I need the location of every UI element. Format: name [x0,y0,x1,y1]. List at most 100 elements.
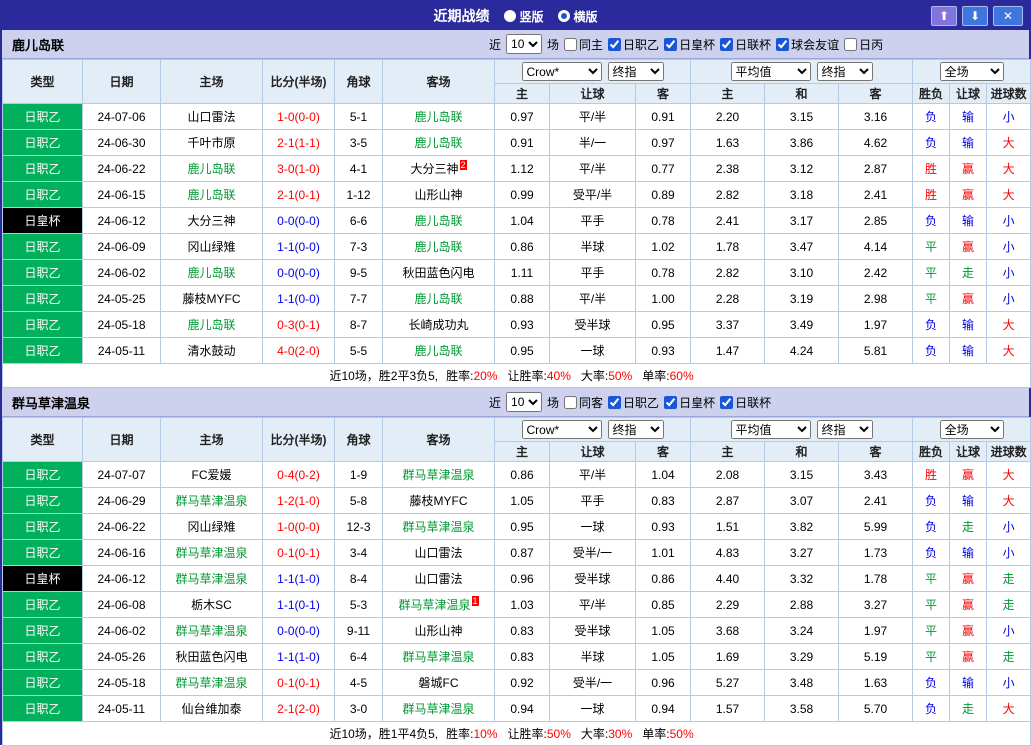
score[interactable]: 1-1(1-0) [262,643,335,670]
checkbox-icon[interactable] [608,37,622,51]
home-team-name[interactable]: 栃木SC [191,598,232,612]
home-team-name[interactable]: 仙台维加泰 [181,702,241,716]
league-filter-checkbox[interactable]: 日皇杯 [664,36,715,53]
league-filter-checkbox[interactable]: 日联杯 [720,36,771,53]
away-team-name[interactable]: 藤枝MYFC [410,494,468,508]
away-team-name[interactable]: 山口雷法 [414,572,462,586]
score[interactable]: 1-0(0-0) [262,103,335,130]
checkbox-icon[interactable] [720,395,734,409]
score[interactable]: 1-0(0-0) [262,513,335,540]
checkbox-icon[interactable] [608,395,622,409]
home-team-name[interactable]: 冈山绿雉 [187,520,235,534]
away-team-name[interactable]: 长崎成功丸 [408,318,468,332]
checkbox-icon[interactable] [564,37,578,51]
score[interactable]: 1-1(0-0) [262,233,335,260]
final-index-select[interactable]: 终指 [816,420,873,439]
score[interactable]: 0-4(0-2) [262,461,335,488]
checkbox-icon[interactable] [720,37,734,51]
bookmaker-select[interactable]: Crow* [521,62,602,81]
home-team-name[interactable]: 千叶市原 [187,136,235,150]
final-index-select[interactable]: 终指 [607,62,664,81]
close-button[interactable]: ✕ [993,6,1023,26]
scope-select[interactable]: 全场 [939,420,1004,439]
match-row: 日职乙 24-06-09 冈山绿雉 1-1(0-0) 7-3 鹿儿岛联 0.86 半球 1.02… [2,233,1031,260]
checkbox-icon[interactable] [844,37,858,51]
match-count-select[interactable]: 10 [506,392,543,412]
score[interactable]: 1-2(1-0) [262,487,335,514]
home-team-name[interactable]: 鹿儿岛联 [187,162,235,176]
away-team-name[interactable]: 秋田蓝色闪电 [402,266,474,280]
home-team-name[interactable]: 藤枝MYFC [183,292,241,306]
away-team-name[interactable]: 山形山神 [414,624,462,638]
home-team-name[interactable]: 群马草津温泉 [175,572,247,586]
same-venue-checkbox[interactable]: 同客 [564,394,603,411]
match-count-select[interactable]: 10 [506,34,543,54]
score[interactable]: 4-0(2-0) [262,337,335,364]
score[interactable]: 2-1(2-0) [262,695,335,722]
average-select[interactable]: 平均值 [730,62,811,81]
score[interactable]: 0-0(0-0) [262,617,335,644]
scope-select[interactable]: 全场 [939,62,1004,81]
score[interactable]: 1-1(0-0) [262,285,335,312]
score[interactable]: 1-1(0-1) [262,591,335,618]
checkbox-icon[interactable] [664,395,678,409]
home-team-name[interactable]: 秋田蓝色闪电 [175,650,247,664]
handicap-line: 受半球 [549,565,636,592]
away-team-name[interactable]: 磐城FC [419,676,459,690]
final-index-select[interactable]: 终指 [607,420,664,439]
score[interactable]: 0-0(0-0) [262,259,335,286]
score[interactable]: 1-1(1-0) [262,565,335,592]
score[interactable]: 0-1(0-1) [262,539,335,566]
home-team-name[interactable]: 鹿儿岛联 [187,188,235,202]
move-down-button[interactable]: ⬇ [962,6,988,26]
layout-radio-horizontal[interactable]: 横版 [557,8,598,25]
away-team-name[interactable]: 鹿儿岛联 [414,110,462,124]
home-team-name[interactable]: 群马草津温泉 [175,624,247,638]
home-team-name[interactable]: 鹿儿岛联 [187,318,235,332]
league-filter-checkbox[interactable]: 日职乙 [608,36,659,53]
score[interactable]: 2-1(0-1) [262,181,335,208]
bookmaker-select[interactable]: Crow* [521,420,602,439]
score[interactable]: 0-1(0-1) [262,669,335,696]
score[interactable]: 0-3(0-1) [262,311,335,338]
final-index-select[interactable]: 终指 [816,62,873,81]
away-team-name[interactable]: 群马草津温泉 [402,702,474,716]
away-team-name[interactable]: 大分三神 [410,162,458,176]
away-team-name[interactable]: 鹿儿岛联 [414,136,462,150]
league-filter-checkbox[interactable]: 日丙 [844,36,883,53]
home-team-name[interactable]: 群马草津温泉 [175,494,247,508]
away-team-name[interactable]: 鹿儿岛联 [414,214,462,228]
score[interactable]: 3-0(1-0) [262,155,335,182]
same-venue-checkbox[interactable]: 同主 [564,36,603,53]
away-team-name[interactable]: 山口雷法 [414,546,462,560]
home-team-name[interactable]: FC爱媛 [192,468,232,482]
away-team-name[interactable]: 鹿儿岛联 [414,344,462,358]
league-filter-checkbox[interactable]: 球会友谊 [776,36,839,53]
move-up-button[interactable]: ⬆ [931,6,957,26]
away-team-name[interactable]: 群马草津温泉 [402,520,474,534]
league-filter-checkbox[interactable]: 日联杯 [720,394,771,411]
layout-radio-vertical[interactable]: 竖版 [503,8,544,25]
summary-row: 近10场，胜2平3负5, 胜率:20% 让胜率:40% 大率:50% 单率:60% [1,363,1031,388]
score[interactable]: 0-0(0-0) [262,207,335,234]
home-team-name[interactable]: 冈山绿雉 [187,240,235,254]
home-team-name[interactable]: 大分三神 [187,214,235,228]
checkbox-icon[interactable] [664,37,678,51]
score[interactable]: 2-1(1-1) [262,129,335,156]
home-team-name[interactable]: 群马草津温泉 [175,546,247,560]
away-team-name[interactable]: 群马草津温泉 [402,468,474,482]
home-team-name[interactable]: 鹿儿岛联 [187,266,235,280]
away-team-name[interactable]: 山形山神 [414,188,462,202]
home-team-name[interactable]: 山口雷法 [187,110,235,124]
league-filter-checkbox[interactable]: 日职乙 [608,394,659,411]
away-team-name[interactable]: 群马草津温泉 [402,650,474,664]
away-team-name[interactable]: 群马草津温泉 [398,598,470,612]
away-team-name[interactable]: 鹿儿岛联 [414,292,462,306]
home-team-name[interactable]: 清水鼓动 [187,344,235,358]
average-select[interactable]: 平均值 [730,420,811,439]
checkbox-icon[interactable] [776,37,790,51]
league-filter-checkbox[interactable]: 日皇杯 [664,394,715,411]
checkbox-icon[interactable] [564,395,578,409]
home-team-name[interactable]: 群马草津温泉 [175,676,247,690]
away-team-name[interactable]: 鹿儿岛联 [414,240,462,254]
